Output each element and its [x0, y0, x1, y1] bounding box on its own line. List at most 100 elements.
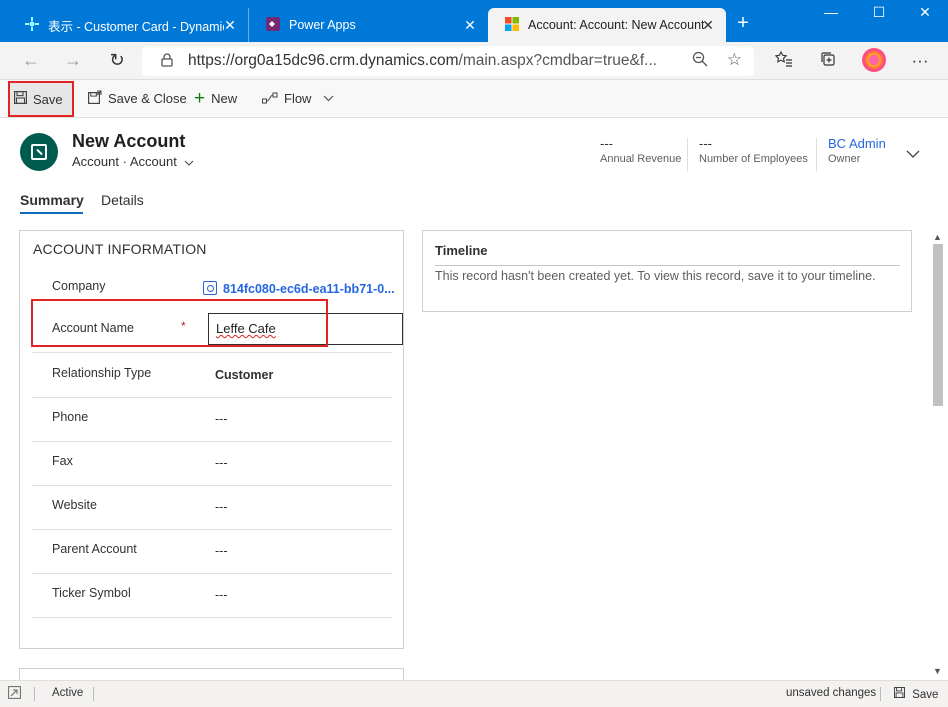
section-title: ACCOUNT INFORMATION	[33, 241, 207, 257]
fax-row: Fax ---	[32, 442, 392, 486]
scrollbar-thumb[interactable]	[933, 244, 943, 406]
form-selector[interactable]: Account	[130, 154, 177, 169]
employees-value: ---	[699, 136, 712, 151]
unsaved-changes-text: unsaved changes	[786, 687, 877, 699]
forward-icon[interactable]: →	[62, 50, 84, 71]
browser-title-bar: 表示 - Customer Card - Dynamic ✕ Power App…	[0, 0, 948, 42]
account-entity-icon	[31, 144, 47, 160]
header-divider	[687, 138, 688, 172]
lookup-record-icon	[203, 281, 217, 295]
account-information-section: ACCOUNT INFORMATION Company 814fc080-ec6…	[19, 230, 404, 649]
back-icon[interactable]: ←	[20, 50, 42, 71]
microsoft-icon	[504, 16, 520, 35]
phone-row: Phone ---	[32, 398, 392, 442]
record-status: Active	[52, 687, 84, 699]
collections-icon[interactable]	[816, 51, 840, 72]
status-divider	[34, 687, 35, 701]
tab-title: 表示 - Customer Card - Dynamic	[48, 19, 224, 34]
timeline-title: Timeline	[435, 243, 488, 258]
employees-field: --- Number of Employees	[699, 136, 808, 165]
save-and-close-icon	[88, 90, 102, 107]
close-tab-icon[interactable]: ✕	[700, 17, 716, 34]
annual-revenue-field: --- Annual Revenue	[600, 136, 681, 165]
entity-name: Account	[72, 154, 119, 169]
flow-button[interactable]: Flow	[254, 80, 342, 118]
zoom-icon[interactable]	[692, 51, 708, 72]
close-tab-icon[interactable]: ✕	[462, 17, 478, 34]
address-bar-row: ← → ↻ https://org0a15dc96.crm.dynamics.c…	[0, 42, 948, 80]
account-name-input[interactable]: Leffe Cafe	[208, 313, 403, 345]
active-tab-indicator	[20, 212, 83, 214]
save-and-close-button[interactable]: Save & Close	[80, 80, 195, 118]
website-value[interactable]: ---	[215, 500, 228, 514]
flow-icon	[262, 91, 278, 107]
url-host: https://org0a15dc96.crm.dynamics.com	[188, 52, 459, 69]
browser-tab-power-apps[interactable]: Power Apps ✕	[248, 8, 488, 42]
favorites-icon[interactable]	[772, 50, 796, 72]
record-subtitle: Account · Account	[72, 154, 194, 169]
website-label: Website	[52, 498, 97, 512]
relationship-type-label: Relationship Type	[52, 366, 152, 380]
more-options-icon[interactable]: ···	[908, 51, 932, 71]
save-label: Save	[33, 91, 63, 107]
plus-icon: +	[194, 87, 206, 109]
ticker-symbol-value[interactable]: ---	[215, 588, 228, 602]
company-lookup-value[interactable]: 814fc080-ec6d-ea11-bb71-0...	[203, 281, 395, 296]
tab-details[interactable]: Details	[101, 192, 144, 208]
save-icon	[14, 91, 28, 107]
new-button[interactable]: + New	[186, 80, 245, 118]
account-name-row: Account Name * Leffe Cafe	[32, 309, 403, 353]
profile-avatar[interactable]	[862, 48, 886, 72]
open-in-new-window-icon[interactable]	[8, 686, 21, 702]
status-bar: Active unsaved changes Save	[0, 680, 948, 707]
chevron-down-icon[interactable]	[323, 93, 334, 105]
tab-summary[interactable]: Summary	[20, 192, 84, 208]
parent-account-row: Parent Account ---	[32, 530, 392, 574]
command-bar: Save Save & Close + New Flow	[0, 80, 948, 118]
url-text: https://org0a15dc96.crm.dynamics.com/mai…	[188, 52, 688, 70]
minimize-icon[interactable]: —	[816, 4, 846, 20]
close-tab-icon[interactable]: ✕	[222, 17, 238, 34]
relationship-type-value[interactable]: Customer	[215, 368, 273, 382]
close-window-icon[interactable]: ✕	[910, 4, 940, 21]
timeline-divider	[435, 265, 900, 266]
page-scrollbar[interactable]: ▲ ▼	[930, 230, 946, 680]
refresh-icon[interactable]: ↻	[106, 50, 128, 71]
maximize-icon[interactable]: ☐	[864, 4, 894, 21]
owner-field: BC Admin Owner	[828, 136, 886, 165]
scroll-down-icon[interactable]: ▼	[933, 666, 942, 676]
phone-label: Phone	[52, 410, 89, 424]
account-name-label: Account Name	[52, 321, 134, 335]
tab-title: Power Apps	[289, 18, 356, 32]
website-row: Website ---	[32, 486, 392, 530]
status-divider	[93, 687, 94, 701]
url-field[interactable]: https://org0a15dc96.crm.dynamics.com/mai…	[142, 46, 754, 76]
phone-value[interactable]: ---	[215, 412, 228, 426]
lock-icon[interactable]	[156, 52, 178, 70]
status-save-button[interactable]: Save	[894, 687, 938, 701]
save-button[interactable]: Save	[8, 81, 74, 117]
browser-tab-customer-card[interactable]: 表示 - Customer Card - Dynamic ✕	[8, 8, 248, 42]
fax-value[interactable]: ---	[215, 456, 228, 470]
parent-account-value[interactable]: ---	[215, 544, 228, 558]
chevron-down-icon[interactable]	[181, 158, 194, 169]
company-value-text: 814fc080-ec6d-ea11-bb71-0...	[223, 282, 395, 296]
browser-tab-new-account[interactable]: Account: Account: New Account ✕	[488, 8, 726, 42]
record-title: New Account	[72, 131, 186, 151]
owner-label: Owner	[828, 153, 861, 165]
required-marker: *	[181, 319, 186, 333]
annual-revenue-value: ---	[600, 136, 613, 151]
save-and-close-label: Save & Close	[108, 91, 187, 106]
scroll-up-icon[interactable]: ▲	[933, 232, 942, 242]
tab-title: Account: Account: New Account	[528, 18, 704, 32]
ticker-symbol-label: Ticker Symbol	[52, 586, 131, 600]
expand-header-chevron-icon[interactable]	[906, 145, 920, 161]
owner-link[interactable]: BC Admin	[828, 136, 886, 151]
power-apps-icon	[265, 16, 281, 35]
header-divider	[816, 138, 817, 172]
new-label: New	[211, 91, 238, 106]
timeline-message: This record hasn't been created yet. To …	[435, 269, 876, 283]
favorite-star-icon[interactable]: ☆	[727, 50, 742, 70]
timeline-panel: Timeline This record hasn't been created…	[422, 230, 912, 312]
new-tab-button[interactable]: +	[730, 12, 756, 35]
